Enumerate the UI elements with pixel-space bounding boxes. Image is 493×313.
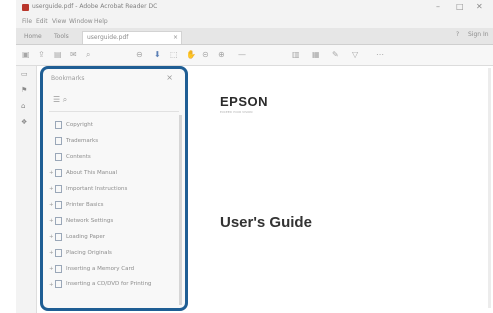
bookmark-item[interactable]: + Network Settings [49, 213, 181, 229]
brand-tagline: EXCEED YOUR VISION [220, 110, 253, 114]
menu-help[interactable]: Help [94, 18, 108, 25]
tab-tools[interactable]: Tools [50, 31, 73, 43]
bookmarks-scrollbar[interactable] [179, 115, 182, 305]
bookmarks-header: Bookmarks [51, 75, 85, 82]
bookmark-icon [55, 152, 62, 161]
attachments-icon[interactable]: ⌂ [21, 102, 25, 110]
select-icon[interactable]: ⬚ [170, 50, 178, 60]
print-icon[interactable]: ▤ [54, 50, 62, 60]
bookmark-item[interactable]: Trademarks [49, 133, 181, 149]
bookmark-item[interactable]: + Loading Paper [49, 229, 181, 245]
bookmark-icon [55, 248, 62, 257]
maximize-button[interactable]: □ [456, 2, 464, 11]
bookmark-item[interactable]: + Inserting a Memory Card [49, 261, 181, 277]
tab-document[interactable]: userguide.pdf × [82, 31, 182, 44]
acrobat-window: userguide.pdf - Adobe Acrobat Reader DC … [16, 0, 493, 313]
zoom-in-icon[interactable]: ⊕ [218, 50, 225, 60]
more-tools-icon[interactable]: ⋯ [376, 50, 384, 60]
rotate-icon[interactable]: ▥ [292, 50, 300, 60]
comment-icon[interactable]: ▦ [312, 50, 320, 60]
upload-icon[interactable]: ⇪ [38, 50, 45, 60]
bookmark-item[interactable]: Copyright [49, 117, 181, 133]
bookmarks-divider [49, 111, 179, 112]
hand-icon[interactable]: ✋ [186, 50, 196, 60]
document-title: User's Guide [220, 214, 312, 231]
prev-page-icon[interactable]: ⊖ [136, 50, 143, 60]
sign-icon[interactable]: ▽ [352, 50, 358, 60]
tab-bar: Home Tools userguide.pdf × ? Sign In [16, 28, 493, 45]
title-bar: userguide.pdf - Adobe Acrobat Reader DC … [16, 0, 493, 16]
save-icon[interactable]: ▣ [22, 50, 30, 60]
menu-edit[interactable]: Edit [36, 18, 48, 25]
page-thumbnails-icon[interactable]: ▭ [21, 70, 28, 78]
search-icon[interactable]: ⌕ [86, 50, 90, 60]
navigation-rail: ▭ ⚑ ⌂ ❖ [16, 66, 37, 313]
bookmark-icon [55, 120, 62, 129]
bookmark-icon [55, 264, 62, 273]
menu-view[interactable]: View [52, 18, 66, 25]
bookmark-item[interactable]: + About This Manual [49, 165, 181, 181]
highlight-icon[interactable]: ✎ [332, 50, 339, 60]
next-page-icon[interactable]: ⬇ [154, 50, 161, 60]
layers-icon[interactable]: ❖ [21, 118, 27, 126]
sign-in-link[interactable]: Sign In [468, 31, 489, 38]
bookmark-icon [55, 200, 62, 209]
menu-window[interactable]: Window [69, 18, 93, 25]
bookmarks-close-button[interactable]: × [166, 73, 173, 82]
help-icon[interactable]: ? [456, 31, 459, 38]
tab-close-icon[interactable]: × [173, 32, 178, 44]
bookmark-item[interactable]: + Inserting a CD/DVD for Printing [49, 277, 181, 302]
close-button[interactable]: ✕ [476, 2, 483, 11]
bookmark-icon [55, 232, 62, 241]
zoom-out-icon[interactable]: ⊝ [202, 50, 209, 60]
bookmark-list: Copyright Trademarks Contents + About Thi… [49, 117, 181, 302]
bookmark-item[interactable]: + Printer Basics [49, 197, 181, 213]
toolbar: ▣ ⇪ ▤ ✉ ⌕ ⊖ ⬇ ⬚ ✋ ⊝ ⊕ — ▥ ▦ ✎ ▽ ⋯ [16, 45, 493, 66]
bookmark-options-icon[interactable]: ☰ ⌕ [53, 95, 67, 105]
bookmark-item[interactable]: + Placing Originals [49, 245, 181, 261]
document-view: EPSON EXCEED YOUR VISION User's Guide [192, 66, 493, 313]
document-scrollbar[interactable] [488, 68, 491, 308]
bookmark-icon [55, 168, 62, 177]
menu-bar: File Edit View Window Help [16, 16, 493, 28]
menu-file[interactable]: File [22, 18, 32, 25]
bookmark-icon [55, 216, 62, 225]
bookmarks-icon[interactable]: ⚑ [21, 86, 27, 94]
tab-document-label: userguide.pdf [87, 34, 129, 41]
window-title: userguide.pdf - Adobe Acrobat Reader DC [32, 3, 158, 10]
bookmark-icon [55, 280, 62, 288]
tab-home[interactable]: Home [20, 31, 46, 43]
app-icon [22, 4, 29, 11]
bookmarks-panel: Bookmarks × ☰ ⌕ Copyright Trademarks Con… [40, 66, 188, 311]
minimize-button[interactable]: – [436, 2, 440, 11]
bookmark-icon [55, 184, 62, 193]
email-icon[interactable]: ✉ [70, 50, 77, 60]
fit-icon[interactable]: — [238, 50, 246, 60]
bookmark-item[interactable]: + Important Instructions [49, 181, 181, 197]
epson-logo: EPSON [220, 94, 269, 109]
bookmark-icon [55, 136, 62, 145]
bookmark-item[interactable]: Contents [49, 149, 181, 165]
